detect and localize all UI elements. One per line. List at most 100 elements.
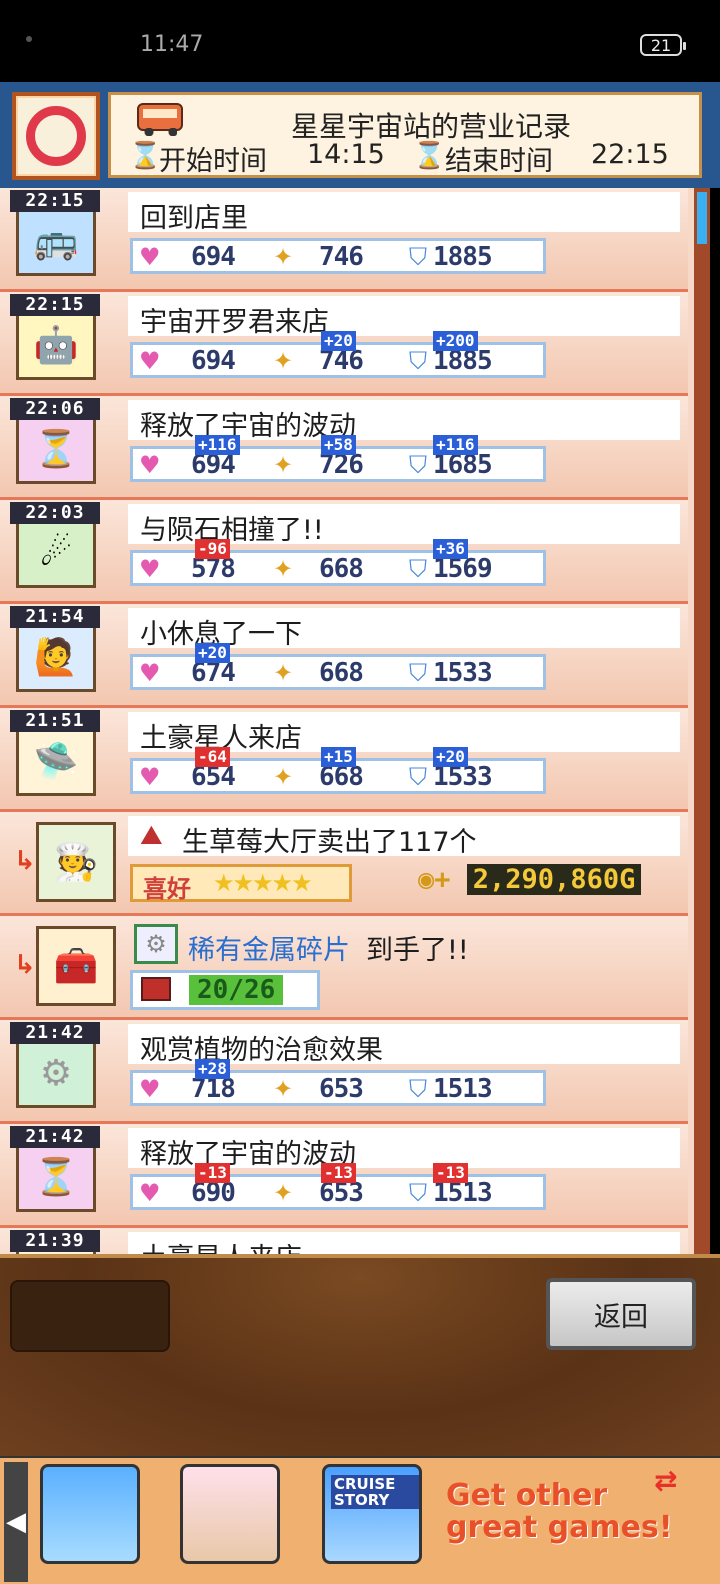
stats-bar: +28 ♥ 718 ✦ 653 ⛉ 1513 [130, 1059, 546, 1106]
heart-value: 694 [191, 346, 236, 376]
delta-badge: +28 [195, 1059, 230, 1079]
gear-icon: ⚙ [39, 1052, 73, 1094]
bus-icon [137, 103, 183, 136]
treasure-chest-icon: 🧰 [53, 946, 99, 987]
delta-badge: +20 [321, 331, 356, 351]
log-entry: 22:15 🤖 宇宙开罗君来店 +20 +200 ♥ 694 ✦ 746 ⛉ 1… [0, 292, 688, 396]
start-time: 14:15 [307, 139, 385, 170]
shield-icon: ⛉ [409, 451, 427, 479]
delta-badge: +58 [321, 435, 356, 455]
delta-badge: -13 [433, 1163, 468, 1183]
sparkle-icon: ✦ [273, 763, 294, 791]
status-bar: 11:47 21 [0, 0, 720, 82]
clock: 11:47 [140, 32, 204, 57]
gear-icon: ⚙ [134, 924, 178, 964]
event-text-bar: 观赏植物的治愈效果 [128, 1024, 680, 1066]
ad-line1: Get other [446, 1478, 608, 1513]
arrow-icon: ↳ [14, 950, 36, 980]
close-button[interactable] [12, 92, 100, 180]
time-badge: 21:42 [10, 1126, 100, 1148]
sparkle-icon: ✦ [273, 347, 294, 375]
log-entry: 21:51 🛸 土豪星人来店 -64 +15 +20 ♥ 654 ✦ 668 ⛉… [0, 708, 688, 812]
event-text-bar: 宇宙开罗君来店 [128, 296, 680, 338]
item-count: 20/26 [189, 975, 284, 1005]
time-badge: 21:42 [10, 1022, 100, 1044]
robot-icon: 🤖 [33, 325, 79, 366]
arrow-icon: ⇄ [654, 1464, 678, 1497]
delta-badge: +116 [433, 435, 478, 455]
shop-thumb: 🧑‍🍳 [36, 822, 116, 902]
hourglass-thumb: ⏳ [16, 1142, 96, 1212]
sparkle-icon: ✦ [273, 451, 294, 479]
cake-icon: ⛰ [140, 820, 163, 851]
event-text-bar: ⛰ 生草莓大厅卖出了117个 [128, 816, 680, 858]
time-badge: 22:15 [10, 190, 100, 212]
shield-icon: ⛉ [409, 1179, 427, 1207]
delta-badge: +36 [433, 539, 468, 559]
event-text: 与陨石相撞了!! [140, 515, 324, 546]
bottom-panel: 返回 [0, 1254, 720, 1456]
ad-line2: great games! [446, 1510, 673, 1545]
chef-icon: 🧑‍🍳 [53, 842, 99, 883]
game-thumb-cruise[interactable]: CRUISE STORY [322, 1464, 422, 1564]
camera-dot [26, 36, 32, 42]
log-entry: 21:42 ⚙ 观赏植物的治愈效果 +28 ♥ 718 ✦ 653 ⛉ 1513 [0, 1020, 688, 1124]
money-display: ◉+ 2,290,860G [418, 864, 642, 895]
event-text: 回到店里 [140, 203, 248, 234]
heart-icon: ♥ [139, 555, 161, 583]
bus-icon: 🚌 [33, 221, 79, 262]
heart-value: 694 [191, 242, 236, 272]
shield-icon: ⛉ [409, 555, 427, 583]
delta-badge: +116 [195, 435, 240, 455]
ad-text[interactable]: Get other great games! [446, 1480, 673, 1544]
shield-value: 1533 [433, 658, 493, 688]
delta-badge: +15 [321, 747, 356, 767]
heart-icon: ♥ [139, 347, 161, 375]
stats-bar: +20 ♥ 674 ✦ 668 ⛉ 1533 [130, 643, 546, 690]
title-panel: 星星宇宙站的营业记录 ⌛ 开始时间 14:15 ⌛ 结束时间 22:15 [108, 92, 702, 178]
time-badge: 22:15 [10, 294, 100, 316]
preference-bar: 喜好 ★★★★★ [130, 864, 352, 903]
battery-icon: 21 [640, 34, 686, 56]
time-badge: 21:54 [10, 606, 100, 628]
delta-badge: -13 [321, 1163, 356, 1183]
event-text-bar: 释放了宇宙的波动 [128, 1128, 680, 1170]
delta-badge: -64 [195, 747, 230, 767]
game-thumb-fashion[interactable] [180, 1464, 280, 1564]
heart-icon: ♥ [139, 1075, 161, 1103]
sale-entry: ↳ 🧑‍🍳 ⛰ 生草莓大厅卖出了117个 喜好 ★★★★★ ◉+ 2,290,8… [0, 812, 688, 916]
scrollbar-thumb[interactable] [697, 192, 707, 244]
log-entry: 22:15 🚌 回到店里 ♥ 694 ✦ 746 ⛉ 1885 [0, 188, 688, 292]
event-text-bar: 与陨石相撞了!! [128, 504, 680, 546]
end-label: 结束时间 [445, 146, 553, 177]
scrollbar[interactable] [694, 188, 710, 1254]
back-button[interactable]: 返回 [546, 1278, 696, 1350]
preference-label: 喜好 [143, 875, 191, 903]
item-name: 稀有金属碎片 [188, 935, 350, 966]
log-list[interactable]: 22:15 🚌 回到店里 ♥ 694 ✦ 746 ⛉ 1885 22:15 🤖 … [0, 188, 694, 1254]
log-entry: 21:39 土豪星人来店 [0, 1228, 688, 1254]
event-text-bar: 小休息了一下 [128, 608, 680, 650]
time-badge: 22:03 [10, 502, 100, 524]
ad-banner[interactable]: ◀ CRUISE STORY Get other great games! ⇄ [0, 1456, 720, 1584]
item-entry: ↳ 🧰 ⚙ 稀有金属碎片 到手了!! 20/26 [0, 916, 688, 1020]
event-text-bar: 土豪星人来店 [128, 1232, 680, 1254]
circle-icon [26, 106, 86, 166]
heart-icon: ♥ [139, 451, 161, 479]
chevron-left-icon[interactable]: ◀ [4, 1462, 28, 1582]
empty-slot [10, 1280, 170, 1352]
game-label: CRUISE STORY [331, 1475, 419, 1509]
delta-badge: +200 [433, 331, 478, 351]
shield-icon: ⛉ [409, 243, 427, 271]
stats-bar: ♥ 694 ✦ 746 ⛉ 1885 [130, 238, 546, 274]
event-text: 宇宙开罗君来店 [140, 307, 329, 338]
start-label: 开始时间 [159, 146, 267, 177]
delta-badge: +20 [433, 747, 468, 767]
time-badge: 21:51 [10, 710, 100, 732]
shield-value: 1513 [433, 1074, 493, 1104]
shield-value: 1885 [433, 242, 493, 272]
arrow-icon: ↳ [14, 846, 36, 876]
log-entry: 22:03 ☄ 与陨石相撞了!! -96 +36 ♥ 578 ✦ 668 ⛉ 1… [0, 500, 688, 604]
sparkle-icon: ✦ [273, 243, 294, 271]
game-thumb-rocket[interactable] [40, 1464, 140, 1564]
